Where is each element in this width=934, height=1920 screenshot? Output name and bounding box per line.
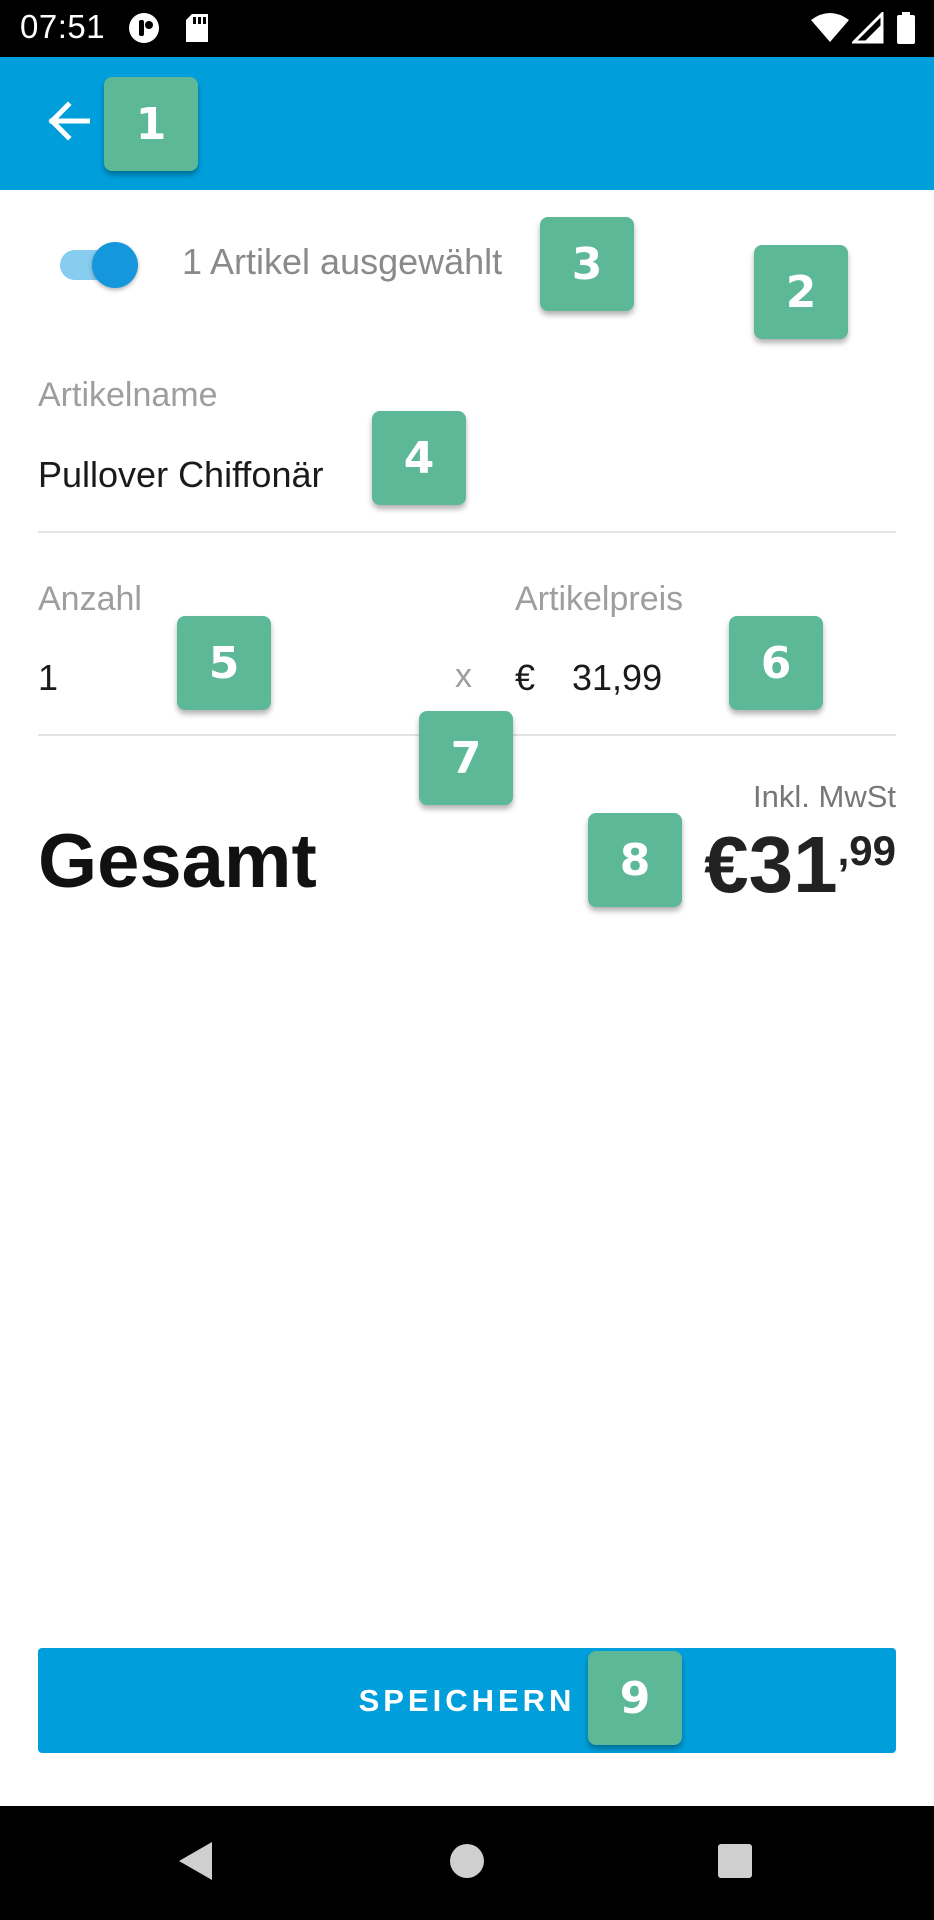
badge-3: 3 (540, 217, 634, 311)
arrow-left-icon (46, 100, 91, 146)
quantity-label: Anzahl (38, 580, 142, 618)
item-name-divider (38, 531, 896, 533)
nav-home-button[interactable] (445, 1841, 489, 1885)
total-price: €31 ,99 (704, 820, 896, 910)
item-name-field[interactable]: Pullover Chiffonär (38, 454, 324, 496)
badge-8: 8 (588, 813, 682, 907)
badge-2: 2 (754, 245, 848, 339)
battery-icon (896, 12, 916, 44)
signal-icon (852, 12, 884, 44)
badge-5: 5 (177, 616, 271, 710)
quantity-field[interactable]: 1 (38, 657, 58, 699)
back-triangle-icon (176, 1840, 216, 1887)
badge-9: 9 (588, 1651, 682, 1745)
back-button[interactable] (38, 93, 98, 153)
item-name-label: Artikelname (38, 376, 218, 414)
nav-back-button[interactable] (174, 1841, 218, 1885)
status-time: 07:51 (20, 8, 106, 45)
nav-recents-button[interactable] (713, 1841, 757, 1885)
recents-square-icon (715, 1841, 755, 1886)
save-button[interactable]: SPEICHERN (38, 1648, 896, 1753)
total-label: Gesamt (38, 819, 317, 904)
tax-note: Inkl. MwSt (753, 779, 896, 814)
notification-icon (128, 12, 162, 44)
badge-4: 4 (372, 411, 466, 505)
navigation-bar (0, 1806, 934, 1920)
badge-6: 6 (729, 616, 823, 710)
sd-card-icon (184, 12, 210, 44)
toggle-thumb (92, 242, 138, 288)
status-bar: 07:51 (0, 0, 934, 57)
badge-7: 7 (419, 711, 513, 805)
currency-symbol: € (515, 657, 536, 698)
badge-1: 1 (104, 77, 198, 171)
total-amount-main: €31 (704, 820, 838, 909)
home-circle-icon (447, 1841, 487, 1886)
item-price-label: Artikelpreis (515, 580, 684, 618)
selection-toggle[interactable] (60, 239, 138, 288)
multiply-sign: x (455, 657, 472, 695)
selection-count-label: 1 Artikel ausgewählt (182, 241, 503, 282)
wifi-icon (810, 12, 850, 44)
total-amount-cents: ,99 (837, 827, 896, 874)
item-price-field[interactable]: 31,99 (572, 657, 662, 699)
